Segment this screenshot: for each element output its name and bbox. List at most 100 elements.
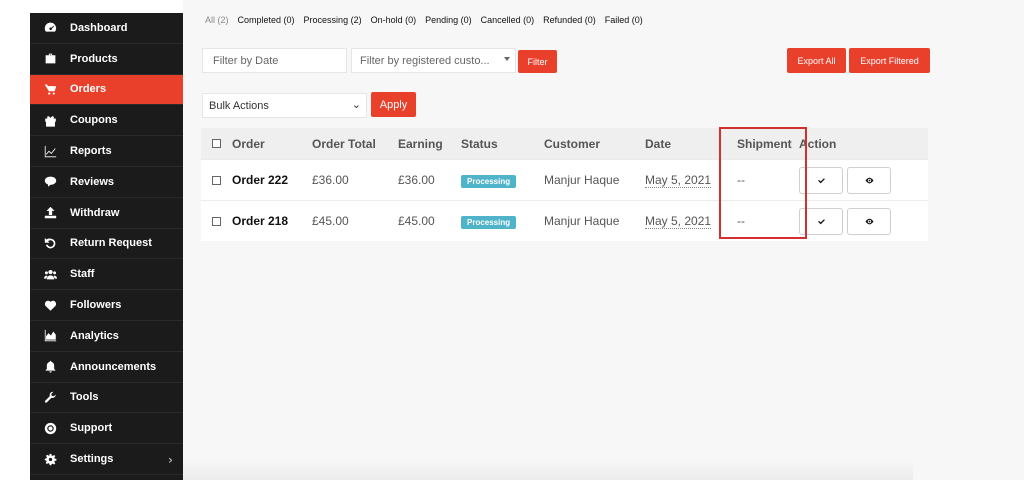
select-all-checkbox-cell xyxy=(201,139,232,148)
select-all-checkbox[interactable] xyxy=(212,139,221,148)
filter-button[interactable]: Filter xyxy=(518,50,557,73)
date-filter-input[interactable]: Filter by Date xyxy=(202,48,347,73)
sidebar-item-label: Staff xyxy=(70,268,95,281)
orders-table: Order Order Total Earning Status Custome… xyxy=(201,128,928,241)
sidebar-item-label: Settings xyxy=(70,453,114,466)
status-tabs: All (2) Completed (0) Processing (2) On-… xyxy=(205,15,643,25)
sidebar-item-announcements[interactable]: Announcements xyxy=(30,352,183,383)
sidebar-item-label: Withdraw xyxy=(70,206,120,219)
header-order: Order xyxy=(232,136,265,151)
lifebuoy-icon xyxy=(42,421,58,435)
customer-filter-placeholder: Filter by registered custo... xyxy=(360,55,490,67)
order-link[interactable]: Order 218 xyxy=(232,214,288,228)
row-checkbox-cell xyxy=(201,175,232,185)
status-badge: Processing xyxy=(461,216,517,229)
action-cell xyxy=(799,166,919,194)
earning: £36.00 xyxy=(398,173,435,187)
caret-down-icon xyxy=(504,57,510,61)
header-date: Date xyxy=(645,136,672,151)
gift-icon xyxy=(42,113,58,127)
sidebar-item-label: Reviews xyxy=(70,175,115,188)
tab-pending[interactable]: Pending (0) xyxy=(425,15,472,25)
eye-icon xyxy=(865,177,873,183)
header-order-total: Order Total xyxy=(312,136,376,151)
upload-icon xyxy=(42,206,58,220)
status-badge: Processing xyxy=(461,175,517,188)
sidebar-item-label: Coupons xyxy=(70,114,118,127)
header-earning: Earning xyxy=(398,136,443,151)
sidebar-item-label: Orders xyxy=(70,83,107,96)
gear-icon xyxy=(42,452,58,466)
action-cell xyxy=(799,207,919,235)
sidebar-item-label: Analytics xyxy=(70,329,119,342)
cart-icon xyxy=(42,82,58,96)
order-total: £45.00 xyxy=(312,214,349,228)
sidebar-item-products[interactable]: Products xyxy=(30,44,183,75)
sidebar-item-orders[interactable]: Orders xyxy=(30,74,191,106)
apply-button[interactable]: Apply xyxy=(371,92,416,117)
bell-icon xyxy=(42,360,58,374)
dashboard-icon xyxy=(42,21,58,35)
sidebar-item-support[interactable]: Support xyxy=(30,413,183,445)
main-content: All (2) Completed (0) Processing (2) On-… xyxy=(183,0,1024,480)
sidebar-item-analytics[interactable]: Analytics xyxy=(30,321,183,352)
order-total: £36.00 xyxy=(312,173,349,187)
tab-all[interactable]: All (2) xyxy=(205,15,229,25)
tab-failed[interactable]: Failed (0) xyxy=(605,15,643,25)
line-chart-icon xyxy=(42,144,58,158)
sidebar-item-reports[interactable]: Reports xyxy=(30,136,183,167)
view-order-button[interactable] xyxy=(847,166,891,194)
sidebar-item-label: Reports xyxy=(70,145,112,158)
undo-icon xyxy=(42,236,58,250)
sidebar-item-reviews[interactable]: Reviews xyxy=(30,167,183,198)
sidebar-item-coupons[interactable]: Coupons xyxy=(30,105,183,137)
sidebar-item-settings[interactable]: Settings › xyxy=(30,444,183,475)
bottom-shadow xyxy=(183,458,913,480)
tab-refunded[interactable]: Refunded (0) xyxy=(543,15,596,25)
view-order-button[interactable] xyxy=(847,207,891,235)
table-header: Order Order Total Earning Status Custome… xyxy=(201,128,928,159)
customer-name: Manjur Haque xyxy=(544,214,620,228)
briefcase-icon xyxy=(42,52,58,66)
row-checkbox[interactable] xyxy=(212,175,221,185)
sidebar-item-staff[interactable]: Staff xyxy=(30,259,183,291)
sidebar-item-return-request[interactable]: Return Request xyxy=(30,229,183,260)
sidebar-item-withdraw[interactable]: Withdraw xyxy=(30,198,183,229)
chevron-down-icon: ⌄ xyxy=(351,98,361,111)
area-chart-icon xyxy=(42,329,58,343)
customer-filter-select[interactable]: Filter by registered custo... xyxy=(351,48,516,73)
header-action: Action xyxy=(799,136,837,151)
tab-processing[interactable]: Processing (2) xyxy=(304,15,362,25)
sidebar-item-label: Announcements xyxy=(70,360,157,373)
tab-completed[interactable]: Completed (0) xyxy=(238,15,295,25)
table-row: Order 218 £45.00 £45.00 Processing Manju… xyxy=(201,200,928,241)
bulk-actions-selected: Bulk Actions xyxy=(209,100,269,112)
export-filtered-button[interactable]: Export Filtered xyxy=(849,48,930,73)
table-row: Order 222 £36.00 £36.00 Processing Manju… xyxy=(201,159,928,200)
sidebar-item-label: Products xyxy=(70,52,118,65)
check-icon xyxy=(817,177,825,183)
order-link[interactable]: Order 222 xyxy=(232,173,288,187)
tab-on-hold[interactable]: On-hold (0) xyxy=(371,15,417,25)
row-checkbox-cell xyxy=(201,216,232,226)
shipment-column-highlight xyxy=(719,127,807,239)
comments-icon xyxy=(42,175,58,189)
sidebar-item-followers[interactable]: Followers xyxy=(30,290,183,321)
bulk-actions-select[interactable]: Bulk Actions ⌄ xyxy=(202,93,367,118)
sidebar-item-label: Support xyxy=(70,422,113,435)
users-icon xyxy=(42,267,58,281)
sidebar-item-dashboard[interactable]: Dashboard xyxy=(30,13,183,44)
export-all-button[interactable]: Export All xyxy=(787,48,846,73)
order-date: May 5, 2021 xyxy=(645,173,712,188)
tab-cancelled[interactable]: Cancelled (0) xyxy=(481,15,535,25)
wrench-icon xyxy=(42,390,58,404)
chevron-right-icon: › xyxy=(168,453,173,468)
sidebar-item-tools[interactable]: Tools xyxy=(30,383,183,414)
sidebar-item-label: Followers xyxy=(70,299,122,312)
eye-icon xyxy=(865,218,873,224)
row-checkbox[interactable] xyxy=(212,216,221,226)
header-status: Status xyxy=(461,136,498,151)
sidebar-item-label: Dashboard xyxy=(70,21,128,34)
sidebar: Dashboard Products Orders Coupons Report… xyxy=(30,13,191,480)
header-customer: Customer xyxy=(544,136,601,151)
